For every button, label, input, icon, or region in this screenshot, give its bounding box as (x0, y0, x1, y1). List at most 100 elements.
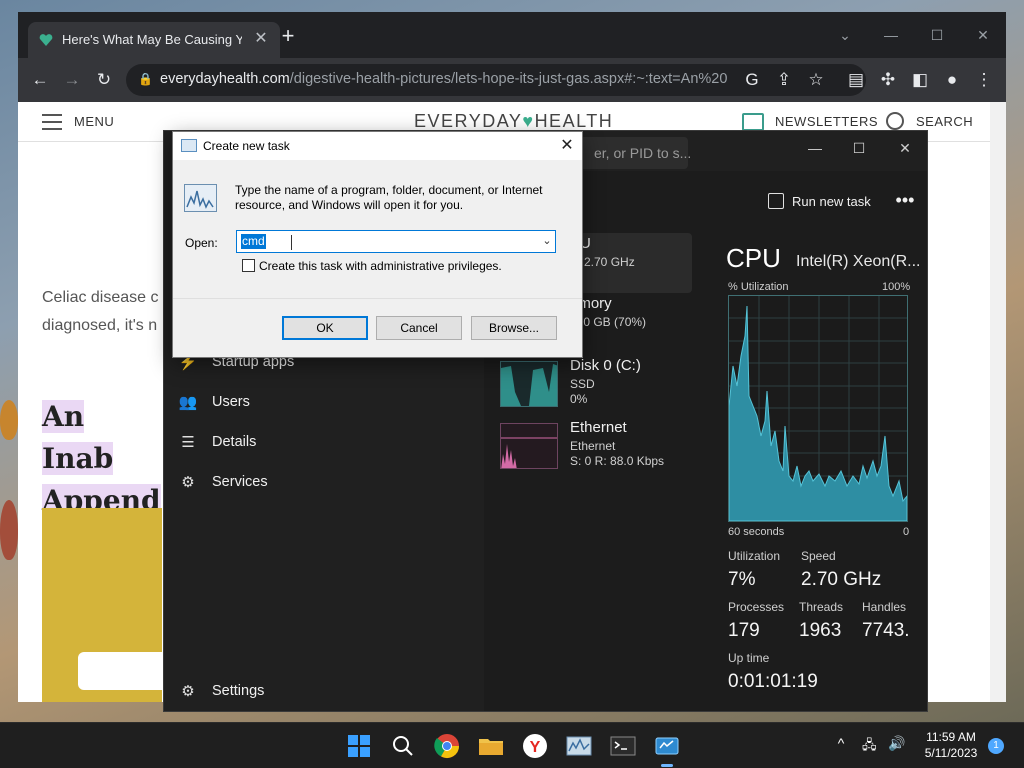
google-icon[interactable]: G (740, 68, 764, 92)
newsletter-icon[interactable] (742, 113, 764, 131)
resource-item-ethernet[interactable]: Ethernet Ethernet S: 0 R: 88.0 Kbps (492, 417, 692, 477)
close-tab-icon[interactable]: ✕ (252, 30, 270, 48)
nav-item-details[interactable]: ☰ Details (178, 431, 458, 455)
text-cursor (291, 235, 297, 250)
search-icon[interactable] (886, 112, 904, 130)
address-bar[interactable]: 🔒 everydayhealth.com/digestive-health-pi… (126, 64, 866, 96)
extensions-icon[interactable]: ✣ (876, 68, 900, 92)
task-manager-icon[interactable] (652, 731, 682, 767)
tab-search-icon[interactable]: ⌄ (834, 24, 856, 46)
more-options-icon[interactable]: ••• (892, 189, 918, 211)
utilization-value: 7% (728, 569, 756, 590)
open-input-value[interactable]: cmd (241, 234, 266, 249)
cpu-utilization-axis-label: % Utilization (728, 281, 789, 293)
resource-item-disk[interactable]: Disk 0 (C:) SSD 0% (492, 355, 692, 415)
clock-date[interactable]: 5/11/2023 (916, 746, 986, 760)
maximize-icon[interactable]: ☐ (848, 137, 870, 159)
sidepanel-icon[interactable]: ◧ (908, 68, 932, 92)
close-icon[interactable]: ✕ (894, 137, 916, 159)
open-input[interactable]: cmd ⌄ (236, 230, 556, 253)
run-window-icon (181, 139, 197, 152)
close-icon[interactable]: ✕ (557, 136, 577, 156)
nav-item-users[interactable]: 👥 Users (178, 391, 458, 415)
share-icon[interactable]: ⇪ (772, 68, 796, 92)
run-new-task-button[interactable]: Run new task (766, 191, 876, 213)
browser-toolbar: ← → ↻ 🔒 everydayhealth.com/digestive-hea… (18, 58, 1006, 102)
minimize-icon[interactable]: — (880, 24, 902, 46)
dialog-description: Type the name of a program, folder, docu… (235, 183, 543, 212)
threads-value: 1963 (799, 620, 842, 641)
cpu-time-axis-label: 60 seconds (728, 526, 785, 538)
site-logo[interactable]: EVERYDAY♥HEALTH (414, 111, 613, 132)
file-explorer-icon[interactable] (476, 731, 506, 761)
newsletters-link[interactable]: NEWSLETTERS (775, 114, 878, 129)
minimize-icon[interactable]: — (804, 137, 826, 159)
cpu-utilization-graph (728, 295, 908, 522)
bookmark-star-icon[interactable]: ☆ (804, 68, 828, 92)
services-icon: ⚙ (181, 474, 195, 491)
balloon-image (0, 400, 18, 440)
open-label: Open: (185, 236, 218, 250)
network-icon[interactable]: 🖧 (862, 736, 880, 754)
notification-badge[interactable]: 1 (988, 738, 1004, 754)
ok-button[interactable]: OK (282, 316, 368, 340)
nav-item-services[interactable]: ⚙ Services (178, 471, 458, 495)
browse-button[interactable]: Browse... (471, 316, 557, 340)
cpu-detail-panel: CPU Intel(R) Xeon(R... % Utilization 100… (700, 231, 920, 711)
uptime-value: 0:01:01:19 (728, 671, 818, 692)
volume-icon[interactable]: 🔊 (888, 735, 906, 753)
reload-icon[interactable]: ↻ (92, 68, 116, 92)
processes-label: Processes (728, 600, 785, 614)
taskbar: Y ^ 🖧 🔊 11:59 AM 5/11/2023 1 (0, 722, 1024, 768)
users-icon: 👥 (178, 394, 198, 411)
url-text[interactable]: everydayhealth.com/digestive-health-pict… (160, 71, 728, 91)
run-task-icon (768, 193, 784, 209)
chevron-down-icon[interactable]: ⌄ (539, 233, 555, 250)
cpu-axis-max-label: 100% (882, 281, 911, 293)
nav-item-settings[interactable]: ⚙ Settings (178, 680, 458, 704)
cpu-model: Intel(R) Xeon(R... (796, 253, 921, 270)
admin-privileges-label[interactable]: Create this task with administrative pri… (259, 259, 502, 273)
handles-value: 7743. (862, 620, 910, 641)
ethernet-mini-graph (500, 423, 558, 469)
dialog-titlebar[interactable]: Create new task ✕ (173, 132, 582, 160)
new-tab-button[interactable]: + (277, 25, 299, 47)
page-scrollbar[interactable] (990, 102, 1006, 702)
admin-privileges-checkbox[interactable] (242, 259, 255, 272)
disk-mini-graph (500, 361, 558, 407)
maximize-icon[interactable]: ☐ (926, 24, 948, 46)
yandex-icon[interactable]: Y (520, 731, 550, 761)
search-placeholder: er, or PID to s... (594, 145, 692, 161)
performance-monitor-icon[interactable] (564, 731, 594, 761)
processes-value: 179 (728, 620, 760, 641)
search-link[interactable]: SEARCH (916, 114, 973, 129)
browser-tab[interactable]: Here's What May Be Causing You ✕ (28, 22, 280, 58)
article-paragraph: Celiac disease c diagnosed, it's n (42, 289, 159, 334)
back-icon[interactable]: ← (28, 68, 52, 92)
run-program-icon (184, 184, 217, 212)
profile-icon[interactable]: ● (940, 68, 964, 92)
cancel-button[interactable]: Cancel (376, 316, 462, 340)
terminal-icon[interactable] (608, 731, 638, 761)
chrome-icon[interactable] (432, 731, 462, 761)
balloon-image (0, 500, 18, 560)
start-icon[interactable] (344, 731, 374, 761)
favicon-heart-icon (39, 34, 53, 46)
forward-icon[interactable]: → (60, 68, 84, 92)
utilization-label: Utilization (728, 549, 781, 563)
speed-value: 2.70 GHz (801, 569, 882, 590)
chevron-up-icon[interactable]: ^ (832, 735, 850, 755)
reading-icon[interactable]: ▤ (844, 68, 868, 92)
chrome-menu-icon[interactable]: ⋮ (972, 68, 996, 92)
handles-label: Handles (862, 600, 907, 614)
lock-icon: 🔒 (138, 72, 153, 86)
search-icon[interactable] (388, 731, 418, 761)
settings-gear-icon: ⚙ (181, 683, 195, 700)
clock-time[interactable]: 11:59 AM (916, 730, 986, 744)
menu-label[interactable]: MENU (74, 114, 114, 129)
uptime-label: Up time (728, 651, 770, 665)
hamburger-menu-icon[interactable] (42, 114, 62, 130)
details-icon: ☰ (181, 434, 195, 451)
article-heading: An Inab Append (42, 400, 161, 517)
close-window-icon[interactable]: ✕ (972, 24, 994, 46)
